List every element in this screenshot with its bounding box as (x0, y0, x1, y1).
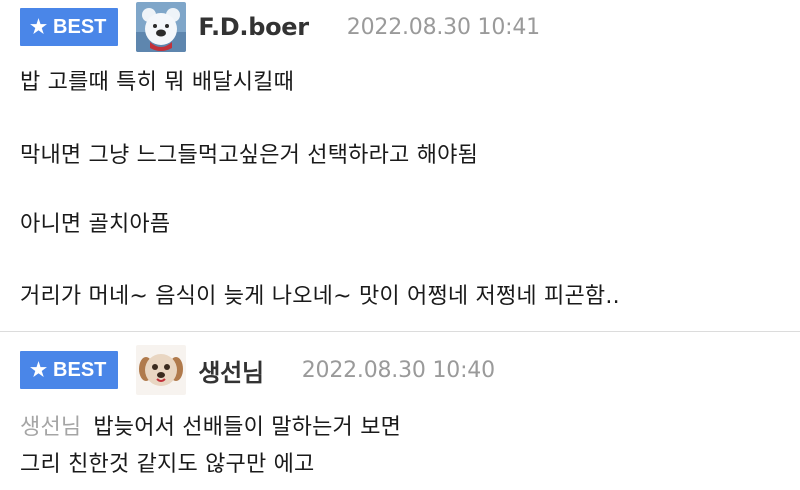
comment-line: 아니면 골치아픔 (20, 212, 171, 237)
comment-item: ★ BEST F.D.boer 2022.08.30 10:41 밥 고를때 특… (0, 0, 800, 332)
avatar[interactable] (136, 345, 187, 395)
author-name[interactable]: 생선님 (198, 353, 264, 388)
comment-timestamp: 2022.08.30 10:41 (346, 14, 540, 40)
reply-to-mention[interactable]: 생선님 (20, 415, 81, 440)
puppy-avatar-icon (136, 345, 187, 395)
comment-line: 그리 친한것 같지도 않구만 에고 (20, 452, 315, 477)
comment-timestamp: 2022.08.30 10:40 (301, 357, 495, 383)
comment-line: 거리가 머네~ 음식이 늦게 나오네~ 맛이 어쩡네 저쩡네 피곤함.. (20, 284, 620, 309)
star-icon: ★ (30, 16, 48, 38)
comment-line: 막내면 그냥 느그들먹고싶은거 선택하라고 해야됨 (20, 143, 479, 168)
comment-header: ★ BEST 생선님 2022.08.30 10:40 (20, 345, 495, 395)
comment-line-text: 밥늦어서 선배들이 말하는거 보면 (93, 415, 402, 440)
best-badge: ★ BEST (20, 351, 119, 389)
star-icon: ★ (30, 359, 48, 381)
best-badge-label: BEST (53, 15, 107, 38)
bear-avatar-icon (136, 2, 187, 52)
best-badge: ★ BEST (20, 8, 119, 46)
best-badge-label: BEST (53, 358, 107, 381)
author-name[interactable]: F.D.boer (198, 13, 309, 41)
comment-line: 밥 고를때 특히 뭐 배달시킬때 (20, 70, 295, 95)
avatar[interactable] (136, 2, 187, 52)
comment-line: 생선님 밥늦어서 선배들이 말하는거 보면 (20, 409, 401, 441)
comment-header: ★ BEST F.D.boer 2022.08.30 10:41 (20, 2, 540, 52)
